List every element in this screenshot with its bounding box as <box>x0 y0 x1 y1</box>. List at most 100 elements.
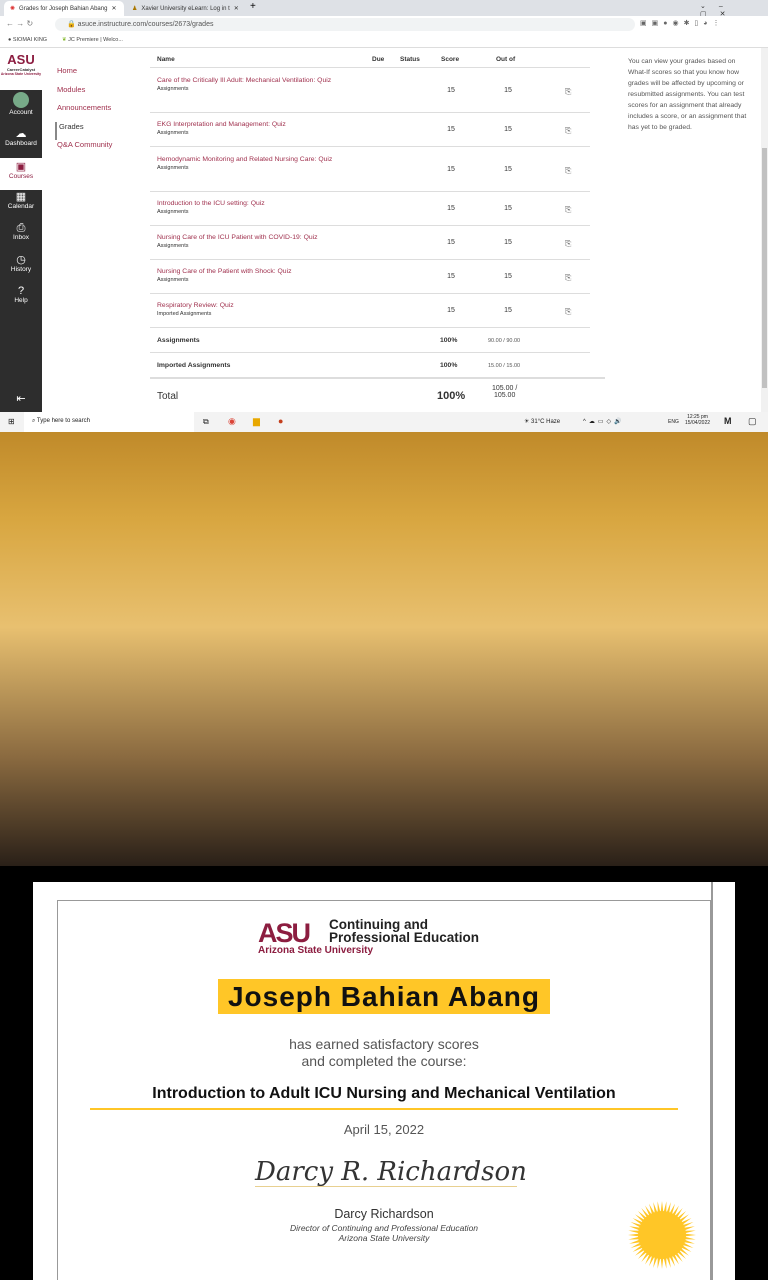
global-nav-label: History <box>10 266 32 273</box>
assignment-group: Assignments <box>157 243 189 249</box>
close-icon[interactable]: ✕ <box>234 5 239 12</box>
score[interactable]: 15 <box>436 273 466 280</box>
score[interactable]: 15 <box>436 307 466 314</box>
assignment-name[interactable]: Respiratory Review: Quiz <box>157 302 234 309</box>
assignment-link[interactable]: Nursing Care of the ICU Patient with COV… <box>157 233 357 251</box>
global-nav-history[interactable]: ◷ History <box>0 254 42 273</box>
out-of: 15 <box>504 273 512 280</box>
score[interactable]: 15 <box>436 239 466 246</box>
assignment-group: Assignments <box>157 277 189 283</box>
help-icon: ? <box>17 285 25 297</box>
col-due[interactable]: Due <box>372 56 384 63</box>
table-row: Introduction to the ICU setting: Quiz Ass… <box>150 191 590 225</box>
tab-xavier[interactable]: ♟ Xavier University eLearn: Log in t ✕ <box>126 1 246 16</box>
assignment-link[interactable]: Nursing Care of the Patient with Shock: … <box>157 267 357 285</box>
courses-icon: ▣ <box>15 161 27 173</box>
scrollbar[interactable] <box>761 48 768 412</box>
assignment-name[interactable]: EKG Interpretation and Management: Quiz <box>157 121 286 128</box>
language[interactable]: ENG <box>668 419 679 425</box>
global-nav-inbox[interactable]: ⎙ Inbox <box>0 222 42 241</box>
powerpoint-icon[interactable]: ● <box>278 416 283 426</box>
certificate-background: ASU Continuing and Professional Education… <box>0 432 768 1280</box>
submission-details-icon[interactable]: ⎘ <box>565 87 571 97</box>
extension-icons[interactable]: ▣▣●◉✱▯◕⋮ <box>640 19 725 27</box>
inbox-icon: ⎙ <box>16 222 26 234</box>
assignment-name[interactable]: Nursing Care of the Patient with Shock: … <box>157 268 292 275</box>
assignment-link[interactable]: Introduction to the ICU setting: Quiz Ass… <box>157 199 357 217</box>
course-nav-modules[interactable]: Modules <box>55 85 112 104</box>
task-view-icon[interactable]: ⧉ <box>203 417 209 427</box>
score[interactable]: 15 <box>436 166 466 173</box>
app-icon[interactable]: M <box>724 416 732 426</box>
assignment-group: Imported Assignments <box>157 311 212 317</box>
nav-buttons[interactable]: ← → ↻ <box>6 19 33 28</box>
assignment-name[interactable]: Nursing Care of the ICU Patient with COV… <box>157 234 318 241</box>
total-points: 105.00 /105.00 <box>492 385 517 399</box>
weather-widget[interactable]: ☀ 31°C Haze <box>524 418 560 425</box>
out-of: 15 <box>504 239 512 246</box>
clock[interactable]: 12:25 pm 15/04/2022 <box>685 414 710 426</box>
taskbar-search[interactable]: ⌕ Type here to search <box>24 412 194 432</box>
out-of: 15 <box>504 307 512 314</box>
tray-icons[interactable]: ^☁▭◇🔊 <box>583 418 625 425</box>
asu-logo[interactable]: ASU CareerCatalyst Arizona State Universit… <box>0 48 42 90</box>
windows-start-icon[interactable]: ⊞ <box>8 417 15 426</box>
assignment-group: Assignments <box>157 86 189 92</box>
org-name: Continuing and Professional Education <box>329 917 480 945</box>
assignment-link[interactable]: Respiratory Review: Quiz Imported Assignm… <box>157 301 357 319</box>
global-nav-label: Calendar <box>7 203 35 210</box>
course-nav-q-a-community[interactable]: Q&A Community <box>55 140 112 159</box>
score[interactable]: 15 <box>436 205 466 212</box>
submission-details-icon[interactable]: ⎘ <box>565 307 571 317</box>
bookmark-siomai[interactable]: ● SIOMAI KING <box>8 37 47 43</box>
col-score[interactable]: Score <box>441 56 459 63</box>
col-name[interactable]: Name <box>157 56 175 63</box>
score[interactable]: 15 <box>436 87 466 94</box>
assignment-link[interactable]: Care of the Critically Ill Adult: Mechan… <box>157 76 357 94</box>
course-nav-announcements[interactable]: Announcements <box>55 103 112 122</box>
history-icon: ◷ <box>16 254 26 266</box>
group-row: Assignments 100% 90.00 / 90.00 <box>150 327 590 352</box>
notification-icon[interactable]: ▢ <box>748 416 757 427</box>
collapse-nav-icon[interactable]: ⇤ <box>0 392 42 405</box>
new-tab-button[interactable]: + <box>250 1 256 12</box>
submission-details-icon[interactable]: ⎘ <box>565 166 571 176</box>
col-status[interactable]: Status <box>400 56 420 63</box>
close-icon[interactable]: ✕ <box>111 5 116 12</box>
global-nav-courses[interactable]: ▣ Courses <box>0 158 42 190</box>
global-nav: ASU CareerCatalyst Arizona State Universit… <box>0 48 42 412</box>
url-input[interactable]: 🔒 asuce.instructure.com/courses/2673/gra… <box>55 18 635 31</box>
global-nav-label: Help <box>14 297 28 304</box>
bookmark-jc[interactable]: ❦ JC Premiere | Welco... <box>62 37 123 43</box>
course-nav-grades[interactable]: Grades <box>55 121 112 140</box>
submission-details-icon[interactable]: ⎘ <box>565 239 571 249</box>
col-out-of[interactable]: Out of <box>496 56 515 63</box>
table-row: Hemodynamic Monitoring and Related Nursi… <box>150 146 590 191</box>
tab-grades[interactable]: ✺ Grades for Joseph Bahian Abang ✕ <box>4 1 124 16</box>
global-nav-dashboard[interactable]: ☁ Dashboard <box>0 128 42 147</box>
submission-details-icon[interactable]: ⎘ <box>565 205 571 215</box>
out-of: 15 <box>504 205 512 212</box>
assignment-name[interactable]: Hemodynamic Monitoring and Related Nursi… <box>157 156 332 163</box>
statement-2: and completed the course: <box>301 1053 467 1069</box>
assignment-group: Assignments <box>157 209 189 215</box>
score[interactable]: 15 <box>436 126 466 133</box>
global-nav-account[interactable]: Account <box>0 92 42 116</box>
global-nav-calendar[interactable]: ▦ Calendar <box>0 191 42 210</box>
group-row: Imported Assignments 100% 15.00 / 15.00 <box>150 352 590 377</box>
assignment-link[interactable]: EKG Interpretation and Management: Quiz A… <box>157 120 357 138</box>
assignment-name[interactable]: Care of the Critically Ill Adult: Mechan… <box>157 77 331 84</box>
assignment-link[interactable]: Hemodynamic Monitoring and Related Nursi… <box>157 155 357 173</box>
chrome-icon[interactable]: ◉ <box>228 416 236 427</box>
group-name: Assignments <box>157 337 200 344</box>
submission-details-icon[interactable]: ⎘ <box>565 273 571 283</box>
course-nav-home[interactable]: Home <box>55 66 112 85</box>
certificate: ASU Continuing and Professional Education… <box>33 882 735 1280</box>
assignment-name[interactable]: Introduction to the ICU setting: Quiz <box>157 200 265 207</box>
course-title: Introduction to Adult ICU Nursing and Me… <box>152 1085 616 1102</box>
global-nav-label: Courses <box>8 173 34 180</box>
table-row: Respiratory Review: Quiz Imported Assignm… <box>150 293 590 327</box>
submission-details-icon[interactable]: ⎘ <box>565 126 571 136</box>
global-nav-help[interactable]: ? Help <box>0 285 42 304</box>
file-explorer-icon[interactable]: ▆ <box>253 416 260 427</box>
